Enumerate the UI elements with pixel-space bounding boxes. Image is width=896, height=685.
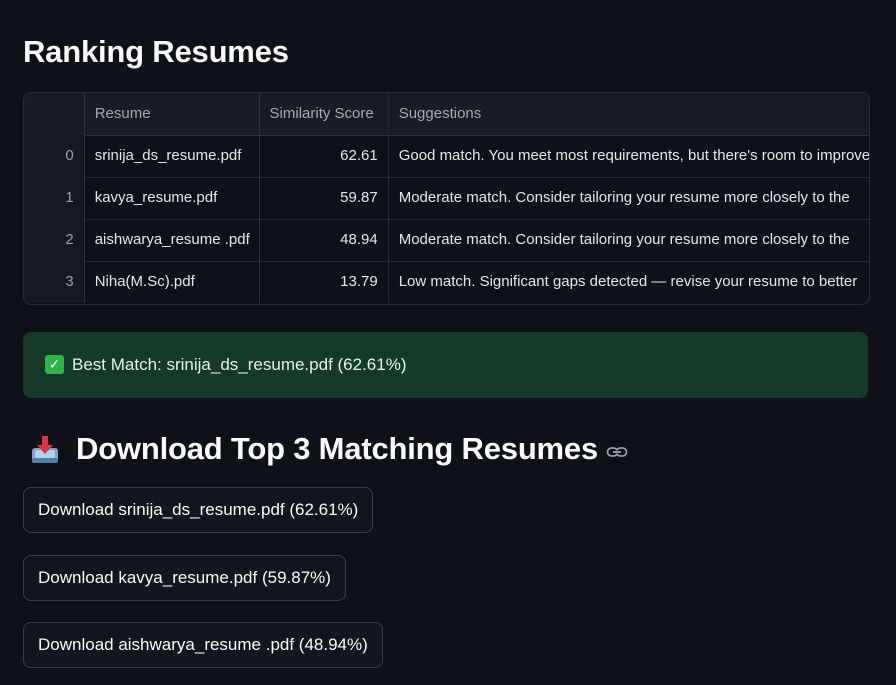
resume-cell[interactable]: srinija_ds_resume.pdf <box>83 135 260 177</box>
row-index: 2 <box>24 219 84 261</box>
inbox-tray-icon <box>30 434 60 464</box>
row-index: 3 <box>24 261 84 303</box>
suggestion-cell[interactable]: Low match. Significant gaps detected — r… <box>389 261 869 303</box>
table-row[interactable]: 0 srinija_ds_resume.pdf 62.61 Good match… <box>24 135 869 178</box>
best-match-text: Best Match: srinija_ds_resume.pdf (62.61… <box>72 355 407 374</box>
score-cell[interactable]: 62.61 <box>260 135 389 177</box>
table-header-row: Resume Similarity Score Suggestions <box>24 93 869 136</box>
download-button-aishwarya[interactable]: Download aishwarya_resume .pdf (48.94%) <box>23 622 383 668</box>
row-index: 0 <box>24 135 84 177</box>
app-page: Ranking Resumes Resume Similarity Score … <box>0 0 896 685</box>
table-row[interactable]: 3 Niha(M.Sc).pdf 13.79 Low match. Signif… <box>24 261 869 303</box>
results-table[interactable]: Resume Similarity Score Suggestions 0 sr… <box>23 92 870 305</box>
column-header-index[interactable] <box>24 93 84 135</box>
download-section-title: Download Top 3 Matching Resumes <box>76 431 598 466</box>
download-button-kavya[interactable]: Download kavya_resume.pdf (59.87%) <box>23 555 346 601</box>
score-cell[interactable]: 48.94 <box>260 219 389 261</box>
suggestion-cell[interactable]: Moderate match. Consider tailoring your … <box>389 219 869 261</box>
score-cell[interactable]: 13.79 <box>260 261 389 303</box>
suggestion-cell[interactable]: Moderate match. Consider tailoring your … <box>389 177 869 219</box>
anchor-link-icon[interactable] <box>606 445 628 459</box>
resume-cell[interactable]: kavya_resume.pdf <box>83 177 260 219</box>
column-header-suggestions[interactable]: Suggestions <box>389 93 869 135</box>
page-title: Ranking Resumes <box>23 34 289 69</box>
column-header-similarity-score[interactable]: Similarity Score <box>260 93 389 135</box>
resume-cell[interactable]: aishwarya_resume .pdf <box>83 219 260 261</box>
resume-cell[interactable]: Niha(M.Sc).pdf <box>83 261 260 303</box>
download-section-heading: Download Top 3 Matching Resumes <box>30 428 628 470</box>
table-row[interactable]: 1 kavya_resume.pdf 59.87 Moderate match.… <box>24 177 869 220</box>
download-button-srinija[interactable]: Download srinija_ds_resume.pdf (62.61%) <box>23 487 374 533</box>
check-icon: ✓ <box>45 354 64 374</box>
suggestion-cell[interactable]: Good match. You meet most requirements, … <box>389 135 869 177</box>
score-cell[interactable]: 59.87 <box>260 177 389 219</box>
row-index: 1 <box>24 177 84 219</box>
table-row[interactable]: 2 aishwarya_resume .pdf 48.94 Moderate m… <box>24 219 869 262</box>
best-match-alert: ✓ Best Match: srinija_ds_resume.pdf (62.… <box>23 332 868 398</box>
column-header-resume[interactable]: Resume <box>83 93 260 135</box>
